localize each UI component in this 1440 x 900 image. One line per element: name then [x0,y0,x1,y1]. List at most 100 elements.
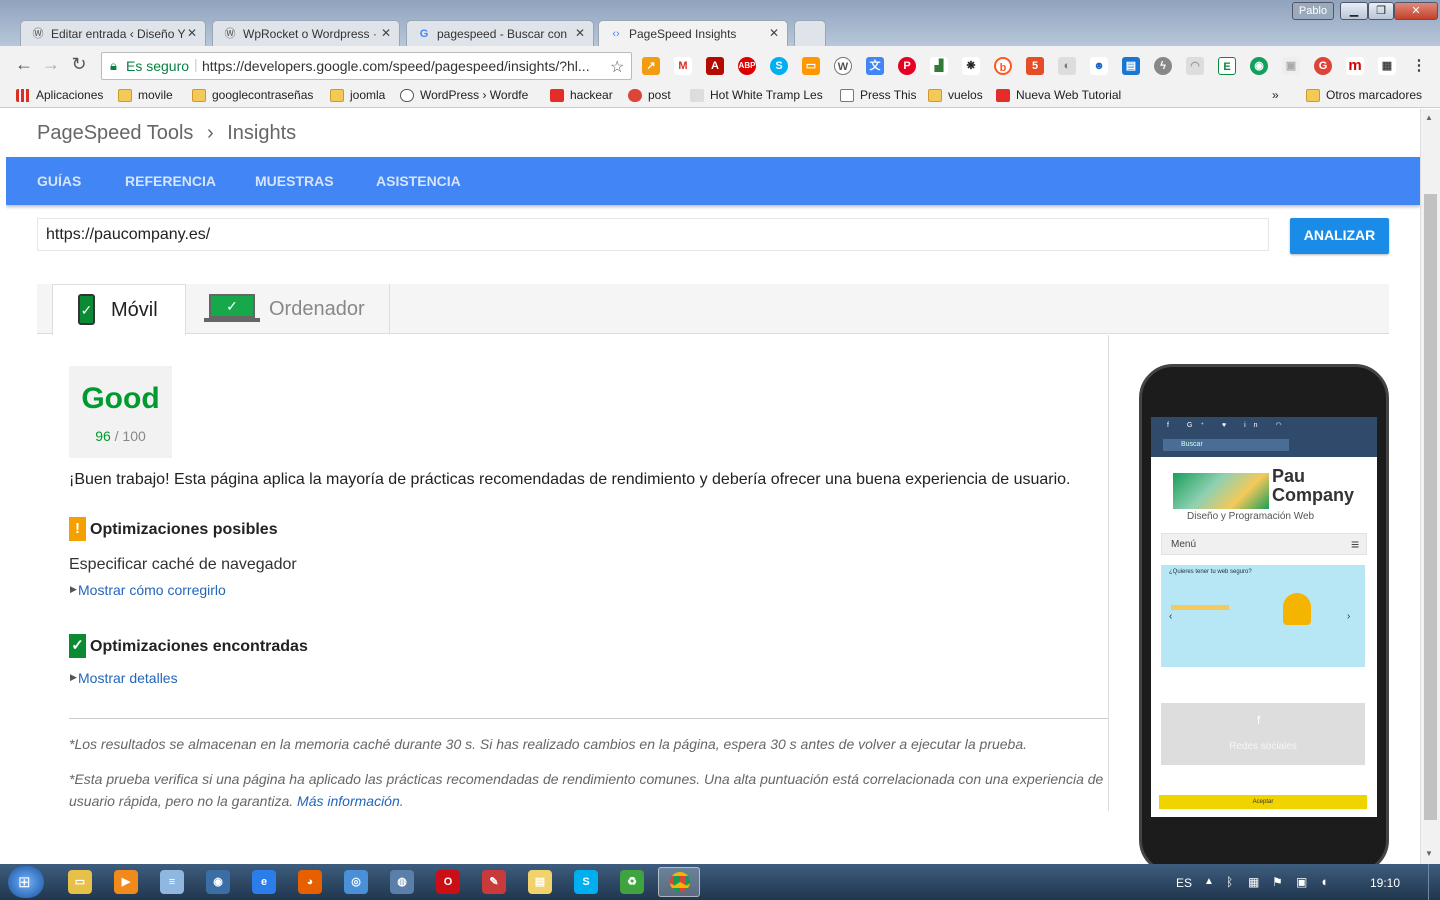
bookmark-site[interactable]: Hot White Tramp Les [690,87,823,105]
nav-guias[interactable]: GUÍAS [37,173,81,189]
star-icon[interactable]: ☆ [610,57,624,77]
bookmark-folder[interactable]: joomla [330,87,385,105]
translate-icon[interactable]: 文 [866,57,884,75]
menu-kebab-icon[interactable]: ⋮ [1410,57,1428,75]
lightning-icon[interactable]: ϟ [1154,57,1172,75]
phone-social-box: f Redes sociales [1161,703,1365,765]
network-icon[interactable]: ◉ [206,870,230,894]
close-window-button[interactable]: ✕ [1394,2,1438,20]
tray-expand-icon[interactable]: ▲ [1204,876,1214,887]
extension-green-icon[interactable]: ◉ [1250,57,1268,75]
paw-icon[interactable]: ❋ [962,57,980,75]
browser-tab-3[interactable]: G pagespeed - Buscar con ✕ [406,20,594,46]
extension-blue-icon[interactable]: ▤ [1122,57,1140,75]
skype-icon[interactable]: S [770,57,788,75]
rss-icon[interactable]: ◠ [1186,57,1204,75]
extension-box-icon[interactable]: ▦ [1378,57,1396,75]
breadcrumb-root[interactable]: PageSpeed Tools [37,122,193,144]
tab-mobile[interactable]: ✓ Móvil [52,284,186,335]
network-tray-icon[interactable]: ▣ [1296,875,1307,889]
extension-orange-icon[interactable]: ▭ [802,57,820,75]
extension-chart-icon[interactable]: ↗ [642,57,660,75]
action-center-icon[interactable]: ⚑ [1272,875,1283,889]
analyze-button[interactable]: ANALIZAR [1290,218,1389,254]
address-bar[interactable]: 🔒︎ Es seguro | https://developers.google… [101,52,632,80]
close-icon[interactable]: ✕ [575,26,585,40]
user-ext-icon[interactable]: ☻ [1090,57,1108,75]
show-details-link[interactable]: Mostrar detalles [78,670,178,686]
bookmark-wordpress[interactable]: WordPress › Wordfe [400,87,528,105]
browser-tab-4[interactable]: ‹› PageSpeed Insights ✕ [598,20,788,46]
bookmark-folder[interactable]: vuelos [928,87,983,105]
sticky-notes-icon[interactable]: ▤ [528,870,552,894]
ie-icon[interactable]: e [252,870,276,894]
scroll-thumb[interactable] [1424,194,1437,820]
bookmark-other[interactable]: Otros marcadores [1306,87,1422,105]
scroll-up-icon[interactable]: ▲ [1425,113,1433,122]
bookmark-folder[interactable]: movile [118,87,173,105]
extension-b-icon[interactable]: b [994,57,1012,75]
skype-icon[interactable]: S [574,870,598,894]
tab-desktop[interactable]: ✓ Ordenador [186,284,390,334]
extension-m-icon[interactable]: m [1346,57,1364,75]
back-icon[interactable]: ← [13,54,35,75]
close-icon[interactable]: ✕ [187,26,197,40]
bookmark-gplus[interactable]: post [628,87,671,105]
close-icon[interactable]: ✕ [381,26,391,40]
search-app-icon[interactable]: ◎ [344,870,368,894]
chrome-taskbar-button[interactable] [658,867,700,897]
extension-faded-icon[interactable]: ▣ [1282,57,1300,75]
url-input[interactable]: https://paucompany.es/ [37,218,1269,251]
browser-tab-2[interactable]: Ⓦ WpRocket o Wordpress · ✕ [212,20,400,46]
bookmark-page[interactable]: Press This [840,87,916,105]
forward-icon[interactable]: → [40,54,62,75]
minimize-button[interactable]: ▁ [1340,2,1368,20]
scroll-down-icon[interactable]: ▼ [1425,849,1433,858]
html5-icon[interactable]: 5 [1026,57,1044,75]
bookmark-youtube[interactable]: Nueva Web Tutorial [996,87,1121,105]
laptop-base [204,318,260,322]
bookmarks-overflow[interactable]: » [1260,87,1279,105]
pdf-icon[interactable]: A [706,57,724,75]
gmail-icon[interactable]: M [674,57,692,75]
opera-icon[interactable]: O [436,870,460,894]
wordpress-icon[interactable]: W [834,57,852,75]
page-scrollbar[interactable]: ▲ ▼ [1420,109,1440,864]
new-tab-button[interactable] [794,20,826,46]
maximize-button[interactable]: ❐ [1368,2,1394,20]
close-icon[interactable]: ✕ [769,26,779,40]
browser-tab-1[interactable]: Ⓦ Editar entrada ‹ Diseño Y ✕ [20,20,206,46]
paint-icon[interactable]: ✎ [482,870,506,894]
more-info-link[interactable]: Más información [297,793,400,809]
notepad-icon[interactable]: ≡ [160,870,184,894]
clock[interactable]: 19:10 [1370,876,1400,890]
adblock-icon[interactable]: ABP [738,57,756,75]
reload-icon[interactable]: ↻ [68,54,90,75]
volume-icon[interactable]: ◖ [1320,874,1328,889]
keyboard-icon[interactable]: ▦ [1248,875,1259,889]
media-player-icon[interactable]: ▶ [114,870,138,894]
show-desktop-button[interactable] [1428,864,1440,900]
user-badge[interactable]: Pablo [1292,2,1334,20]
globe-icon[interactable]: ◍ [390,870,414,894]
explorer-icon[interactable]: ▭ [68,870,92,894]
nav-asistencia[interactable]: ASISTENCIA [376,173,461,189]
extension-gray-icon[interactable]: ◐ [1058,57,1076,75]
nav-muestras[interactable]: MUESTRAS [255,173,334,189]
start-button[interactable]: ⊞ [8,866,44,898]
firefox-icon[interactable]: ◕ [298,870,322,894]
show-fix-link[interactable]: Mostrar cómo corregirlo [78,582,226,598]
recycle-icon[interactable]: ♻ [620,870,644,894]
gplus-icon[interactable]: G [1314,57,1332,75]
bookmark-folder[interactable]: googlecontraseñas [192,87,313,105]
analytics-icon[interactable]: ▟ [930,57,948,75]
pinterest-icon[interactable]: P [898,57,916,75]
bookmark-apps[interactable]: Aplicaciones [16,87,103,105]
bookmark-youtube[interactable]: hackear [550,87,613,105]
language-indicator[interactable]: ES [1176,876,1192,890]
nav-referencia[interactable]: REFERENCIA [125,173,216,189]
extension-e-icon[interactable]: E [1218,57,1236,75]
bluetooth-icon[interactable]: ᛒ [1226,875,1233,889]
social-label: Redes sociales [1229,741,1297,752]
caret-right-icon: ▶ [70,584,77,594]
